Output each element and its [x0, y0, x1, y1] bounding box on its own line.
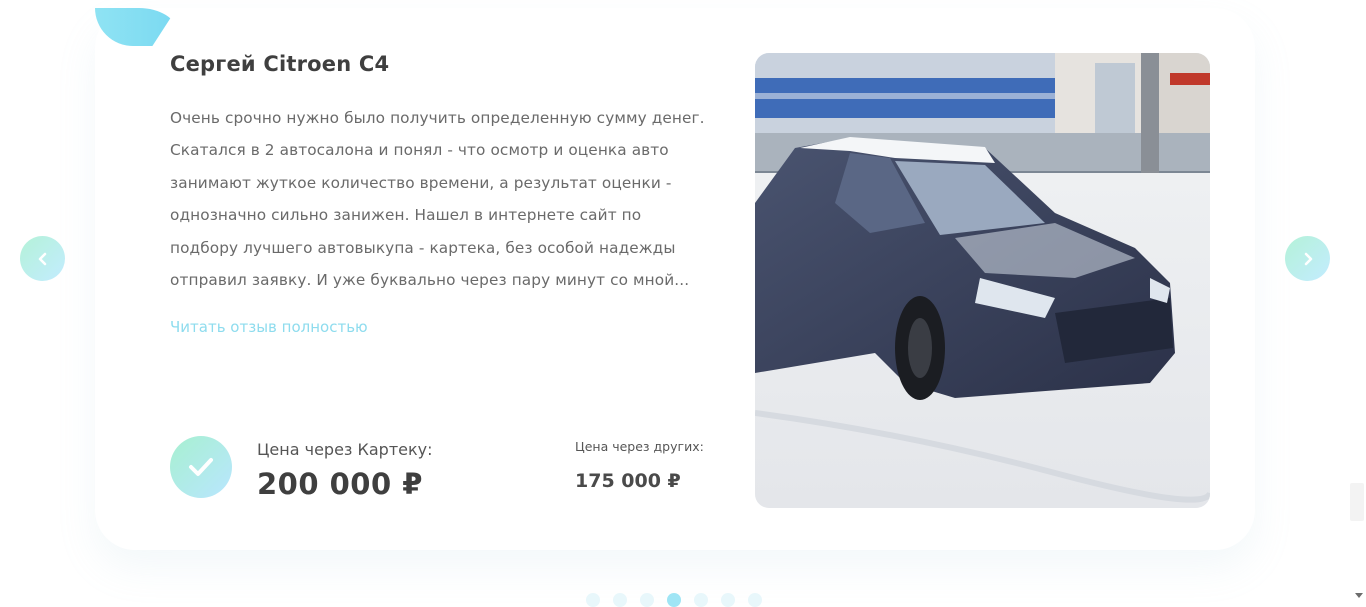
review-author-title: Сергей Citroen C4 [170, 52, 390, 76]
chevron-right-icon [1304, 252, 1312, 265]
scroll-down-arrow-icon[interactable] [1355, 593, 1363, 598]
chevron-left-icon [38, 252, 46, 265]
car-photo [755, 53, 1210, 508]
check-badge [170, 436, 232, 498]
review-text: Очень срочно нужно было получить определ… [170, 109, 705, 290]
next-slide-button[interactable] [1285, 236, 1330, 281]
pagination-dot[interactable] [721, 593, 735, 607]
read-full-review-link[interactable]: Читать отзыв полностью [170, 318, 368, 336]
kartek-price-value: 200 000 ₽ [257, 467, 423, 501]
others-price-value: 175 000 ₽ [575, 470, 681, 492]
others-price-label: Цена через других: [575, 439, 704, 454]
check-icon [189, 458, 213, 476]
pagination-dot[interactable] [586, 593, 600, 607]
kartek-price-label: Цена через Картеку: [257, 440, 433, 459]
pagination-dot[interactable] [667, 593, 681, 607]
pagination-dot[interactable] [613, 593, 627, 607]
pagination-dot[interactable] [640, 593, 654, 607]
scrollbar-thumb[interactable] [1350, 483, 1364, 521]
prev-slide-button[interactable] [20, 236, 65, 281]
pagination-dot[interactable] [748, 593, 762, 607]
pagination-dot[interactable] [694, 593, 708, 607]
slider-pagination [586, 593, 762, 607]
